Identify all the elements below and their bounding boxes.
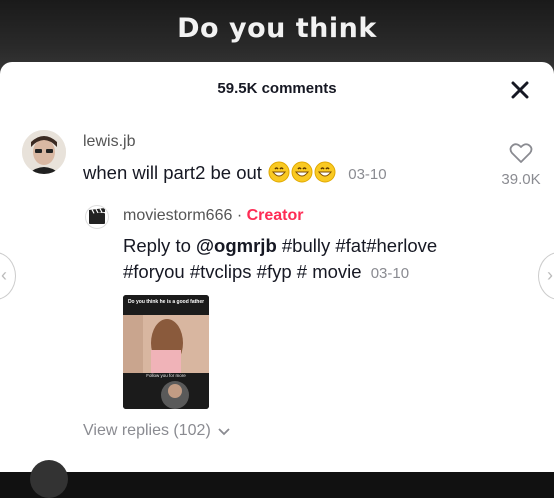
reply-username-row: moviestorm666 · Creator: [123, 207, 304, 225]
reply-prefix: Reply to: [123, 235, 197, 256]
like-button[interactable]: 39.0K: [496, 142, 546, 188]
chevron-left-icon: ‹: [1, 265, 7, 285]
close-icon: [511, 81, 529, 99]
thumbnail-caption-top: Do you think he is a good father: [127, 299, 205, 305]
next-comment-avatar[interactable]: [30, 460, 68, 498]
comments-count-header: 59.5K comments: [217, 80, 337, 97]
reply-video-thumbnail[interactable]: Do you think he is a good father Follow …: [123, 295, 209, 409]
close-button[interactable]: [508, 78, 532, 102]
chevron-right-icon: ›: [547, 265, 553, 285]
comment-text: when will part2 be out 03-10: [83, 161, 387, 184]
separator-dot: ·: [232, 207, 247, 224]
reply-avatar[interactable]: [85, 205, 109, 229]
video-title-text: Do you think: [177, 13, 377, 44]
comment-username[interactable]: lewis.jb: [83, 133, 135, 151]
comments-sheet: 59.5K comments lewis.jb when will part2 …: [0, 62, 554, 498]
grinning-emoji-icon: [268, 161, 290, 183]
reply-username[interactable]: moviestorm666: [123, 207, 232, 224]
reply-text: Reply to @ogmrjb #bully #fat#herlove #fo…: [123, 233, 483, 287]
comment-date: 03-10: [348, 166, 387, 183]
grinning-emoji-icon: [291, 161, 313, 183]
creator-badge: Creator: [246, 207, 304, 224]
reply-date: 03-10: [370, 265, 410, 282]
grinning-emoji-icon: [314, 161, 336, 183]
reply-mention-link[interactable]: @ogmrjb: [196, 235, 277, 256]
avatar[interactable]: [22, 130, 66, 174]
heart-icon: [509, 143, 533, 163]
view-replies-label: View replies (102): [83, 422, 211, 439]
comment-body: when will part2 be out: [83, 162, 262, 183]
chevron-down-icon: [218, 428, 230, 436]
view-replies-button[interactable]: View replies (102): [83, 422, 231, 440]
like-count: 39.0K: [501, 171, 541, 188]
thumbnail-caption-bottom: Follow you for more: [146, 373, 186, 378]
